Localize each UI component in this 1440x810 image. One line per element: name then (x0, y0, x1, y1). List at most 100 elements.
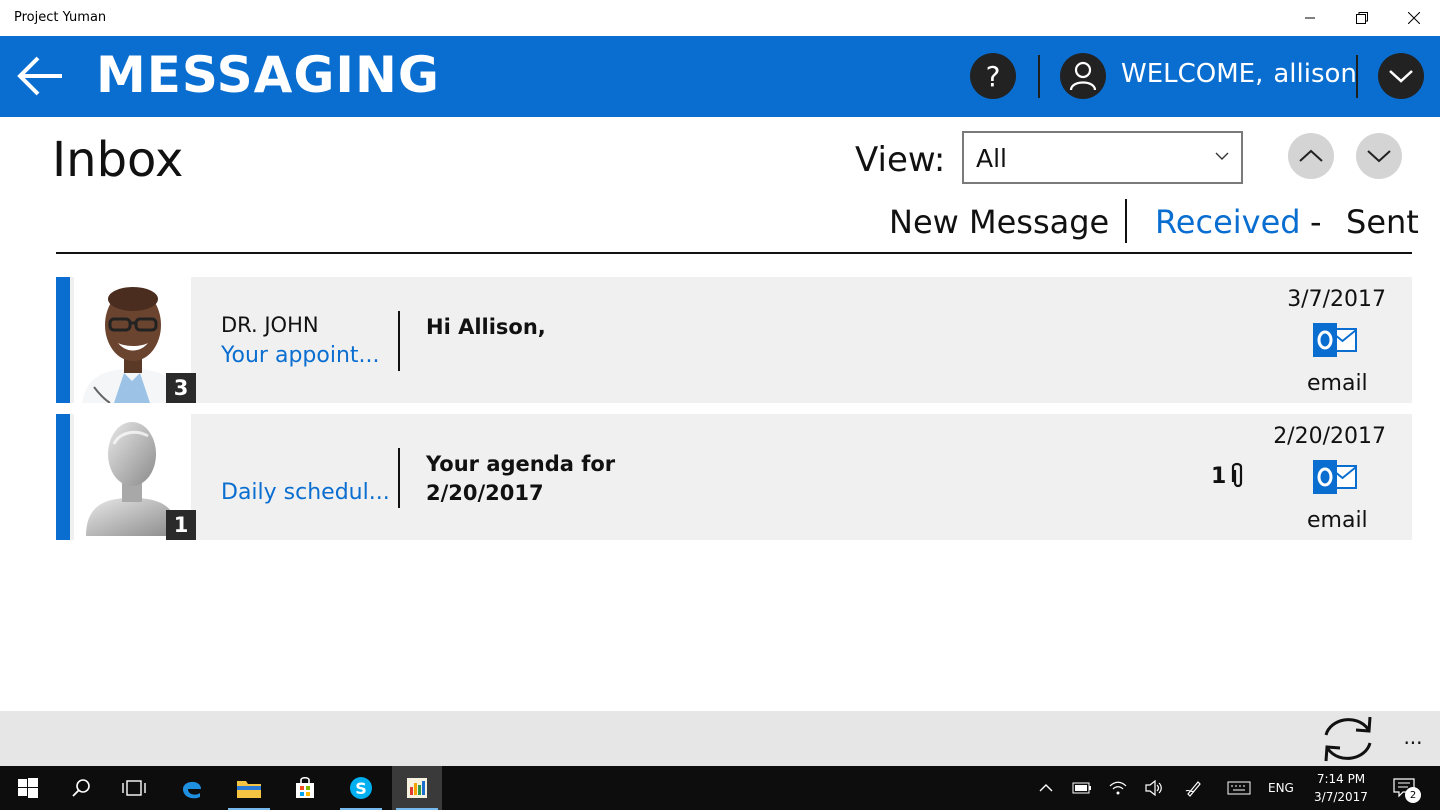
window-titlebar: Project Yuman (0, 0, 1440, 36)
taskbar-edge[interactable] (167, 766, 217, 810)
message-channel: email (1307, 508, 1368, 533)
more-options-button[interactable]: ... (1396, 725, 1430, 749)
tab-sent[interactable]: Sent (1346, 203, 1419, 241)
unread-indicator (56, 414, 70, 540)
help-icon: ? (985, 59, 1001, 93)
message-channel: email (1307, 371, 1368, 396)
tab-received[interactable]: Received (1155, 203, 1301, 241)
message-preview: Hi Allison, (426, 313, 546, 342)
start-button[interactable] (3, 766, 53, 810)
message-date: 2/20/2017 (1273, 424, 1386, 449)
header-rule (56, 252, 1412, 254)
battery-button[interactable] (1068, 766, 1096, 810)
user-profile-button[interactable] (1060, 53, 1106, 99)
paperclip-icon (1231, 462, 1243, 488)
taskbar-project-yuman[interactable] (392, 766, 442, 810)
clock-time: 7:14 PM (1316, 772, 1366, 786)
message-date: 3/7/2017 (1287, 287, 1386, 312)
chevron-up-icon (1299, 149, 1323, 162)
clock-date: 3/7/2017 (1314, 790, 1368, 804)
scroll-up-button[interactable] (1288, 133, 1334, 179)
message-row[interactable]: 1 Daily schedul... Your agenda for 2/20/… (56, 414, 1412, 540)
back-arrow-icon (17, 56, 62, 96)
pen-icon (1185, 781, 1201, 797)
action-center-button[interactable]: 2 (1384, 766, 1424, 810)
page-title: MESSAGING (96, 46, 440, 104)
message-subject: Your appoint... (221, 343, 380, 368)
message-divider (398, 311, 400, 371)
unread-indicator (56, 277, 70, 403)
folder-icon (237, 781, 261, 798)
message-count-badge: 1 (166, 510, 196, 540)
back-button[interactable] (16, 54, 66, 98)
message-divider (398, 448, 400, 508)
account-menu-button[interactable] (1378, 53, 1424, 99)
view-filter-value: All (976, 144, 1007, 173)
username: allison (1273, 59, 1357, 89)
search-button[interactable] (56, 766, 106, 810)
attachment-count: 1 (1211, 464, 1227, 489)
pen-workspace-button[interactable] (1180, 766, 1208, 810)
volume-button[interactable] (1140, 766, 1168, 810)
message-count-badge: 3 (166, 373, 196, 403)
minimize-icon (1305, 17, 1315, 19)
taskbar-skype[interactable]: S (336, 766, 386, 810)
network-button[interactable] (1104, 766, 1132, 810)
outlook-icon (1313, 460, 1357, 494)
speaker-icon (1145, 780, 1162, 796)
minimize-button[interactable] (1284, 0, 1336, 36)
message-preview: Your agenda for 2/20/2017 (426, 450, 615, 508)
view-filter-label: View: (855, 140, 946, 180)
restore-icon (1356, 12, 1368, 24)
app-header: MESSAGING ? WELCOME, allison (0, 36, 1440, 117)
task-view-icon (122, 780, 146, 796)
chevron-down-icon (1215, 152, 1229, 160)
inbox-title: Inbox (52, 132, 184, 188)
header-divider (1038, 55, 1040, 98)
header-divider (1356, 55, 1358, 98)
search-icon (72, 779, 90, 797)
tab-separator: - (1310, 203, 1322, 241)
edge-browser-icon (183, 781, 201, 799)
message-sender: DR. JOHN (221, 313, 319, 337)
tab-divider (1125, 199, 1127, 243)
project-yuman-icon (407, 778, 427, 798)
touch-keyboard-button[interactable] (1222, 766, 1256, 810)
close-button[interactable] (1388, 0, 1440, 36)
welcome-label: WELCOME, (1121, 59, 1264, 89)
message-preview-line: Your agenda for (426, 452, 616, 476)
battery-icon (1072, 782, 1091, 794)
taskbar-store[interactable] (280, 766, 330, 810)
notification-count-badge: 2 (1405, 787, 1421, 803)
message-row[interactable]: 3 DR. JOHN Your appoint... Hi Allison, 3… (56, 277, 1412, 403)
keyboard-icon (1227, 781, 1251, 795)
input-language[interactable]: ENG (1268, 781, 1294, 795)
show-hidden-icons-button[interactable] (1032, 766, 1060, 810)
message-preview-line: 2/20/2017 (426, 481, 544, 505)
welcome-text: WELCOME, allison (1121, 59, 1357, 89)
wifi-icon (1109, 781, 1127, 795)
sync-button[interactable] (1318, 711, 1378, 767)
close-icon (1408, 12, 1420, 24)
scroll-down-button[interactable] (1356, 133, 1402, 179)
window-title: Project Yuman (14, 10, 107, 25)
store-icon (296, 776, 314, 798)
skype-icon: S (350, 777, 372, 799)
chevron-down-icon (1367, 150, 1391, 163)
command-bar: ... (0, 711, 1440, 766)
outlook-icon (1313, 323, 1357, 357)
view-filter-select[interactable]: All (962, 131, 1243, 184)
message-subject: Daily schedul... (221, 480, 390, 505)
taskbar-file-explorer[interactable] (224, 766, 274, 810)
chevron-down-icon (1389, 70, 1413, 83)
help-button[interactable]: ? (970, 53, 1016, 99)
task-view-button[interactable] (109, 766, 159, 810)
clock[interactable]: 7:14 PM 3/7/2017 (1305, 770, 1377, 806)
restore-button[interactable] (1336, 0, 1388, 36)
message-preview-line: Hi Allison, (426, 315, 546, 339)
new-message-button[interactable]: New Message (889, 203, 1109, 241)
svg-text:S: S (355, 779, 367, 798)
user-icon (1069, 61, 1097, 91)
windows-logo-icon (18, 778, 38, 798)
sync-icon (1324, 716, 1372, 762)
